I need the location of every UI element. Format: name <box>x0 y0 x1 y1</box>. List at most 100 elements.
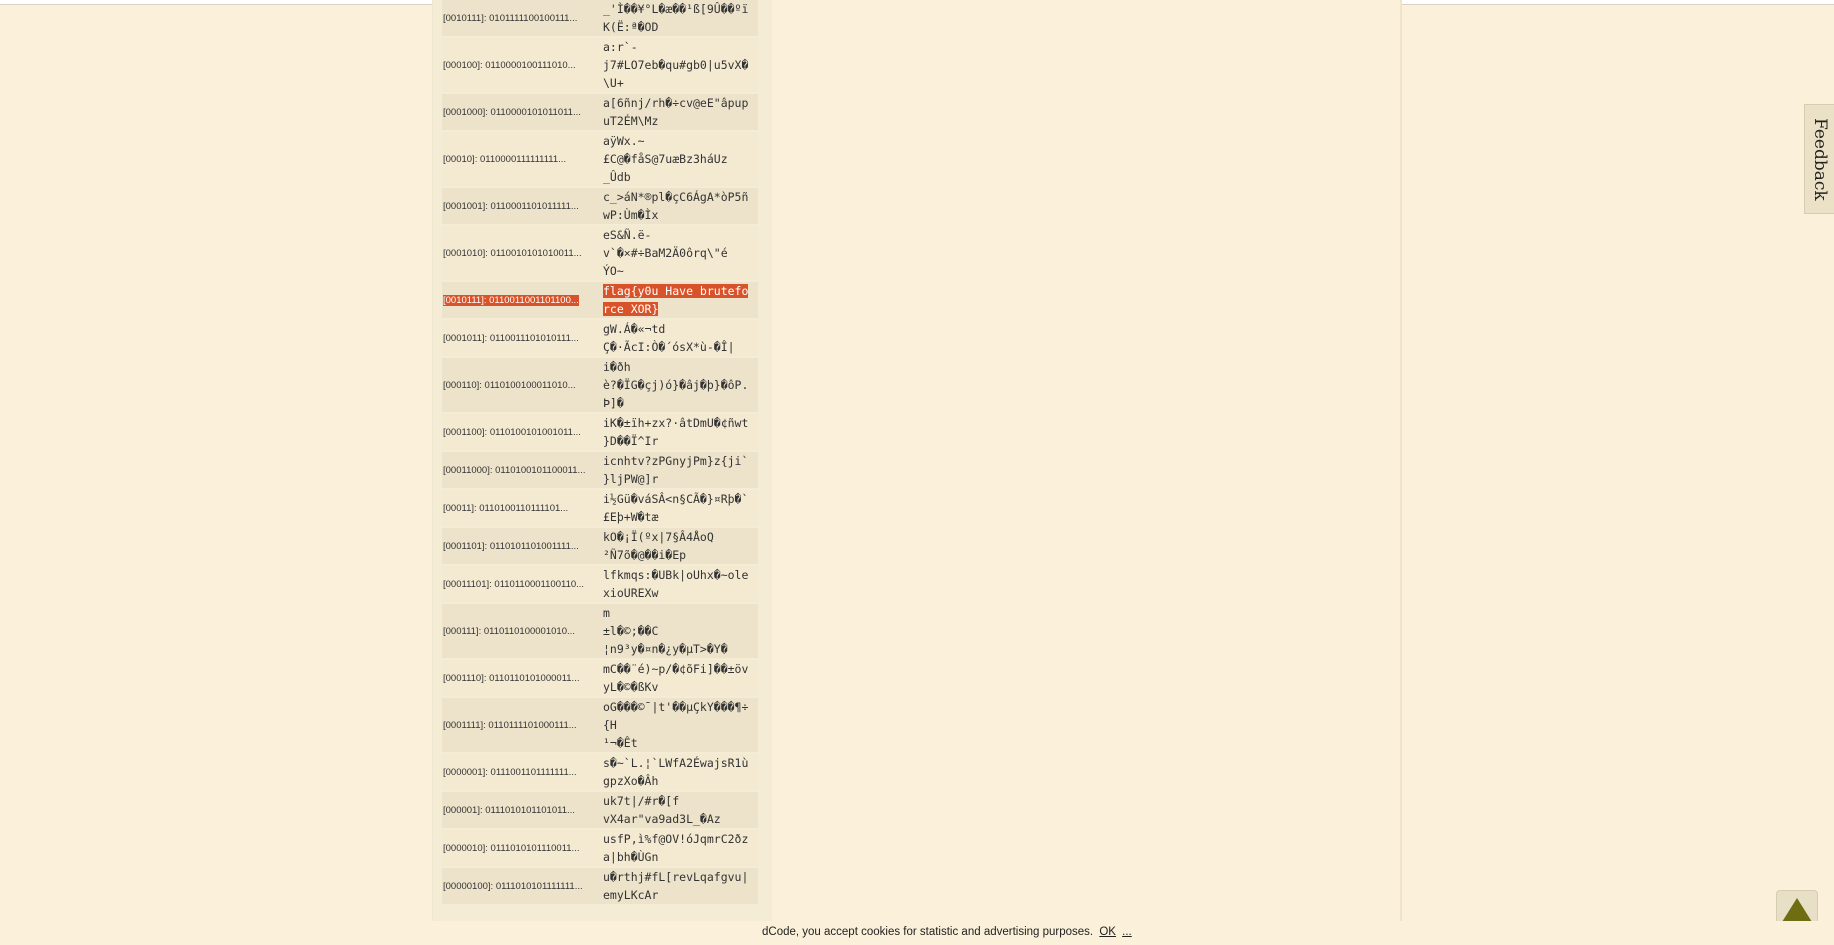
result-key: [0010111]: 0110011001101100... <box>442 294 601 306</box>
result-value: i�ðh è?�ÏG�çj)ó}�âj�þ}�ôP. Þ]� <box>603 358 757 412</box>
result-row: [000110]: 0110100100011010... i�ðh è?�ÏG�… <box>442 358 758 414</box>
result-row: [000001]: 0111010101101011... uk7t|/#r�[f… <box>442 792 758 830</box>
result-value-text: s�~`L.¦`LWfA2ÉwajsR1ù gpzXo�Âh <box>603 756 749 788</box>
result-row-highlighted: [0010111]: 0110011001101100... flag{y0u H… <box>442 282 758 320</box>
result-value-text: c_>áN*®pl�çC6ÁgA*òP5ñ wP:Ùm�Ìx <box>603 190 749 222</box>
cookie-text: dCode, you accept cookies for statistic … <box>762 926 1094 938</box>
result-key: [0001100]: 0110100101001011... <box>442 427 601 438</box>
result-row: [0001011]: 0110011101010111... gW.Á�«¬td … <box>442 320 758 358</box>
result-value: m ±l�©;��C ¦n9³y�¤n�¿y�µT>�Y� <box>603 604 757 658</box>
result-key-text: [000111]: 0110110100001010... <box>443 625 575 637</box>
cookie-ok-link[interactable]: OK <box>1099 926 1116 938</box>
feedback-label: Feedback <box>1810 117 1830 201</box>
cookie-banner: dCode, you accept cookies for statistic … <box>0 921 1834 945</box>
result-row: [0000001]: 0111001101111111... s�~`L.¦`LW… <box>442 754 758 792</box>
result-row: [0001101]: 0110101101001111... kO�¡Ï(ºx|7… <box>442 528 758 566</box>
result-value-text: gW.Á�«¬td Ç�·ÃcI:Ò�´ósX*ù-�Î| <box>603 322 735 354</box>
result-row: [00011000]: 0110100101100011... icnhtv?zP… <box>442 452 758 490</box>
result-value-text: u�rthj#fL[revLqafgvu| emyLKcAr <box>603 870 749 902</box>
result-key: [000100]: 0110000100111010... <box>442 60 601 71</box>
result-key: [0001010]: 0110010101010011... <box>442 248 601 259</box>
result-key-text: [000110]: 0110100100011010... <box>443 379 576 391</box>
result-row: [000100]: 0110000100111010... a:r`- j7#LO… <box>442 38 758 94</box>
result-value: i½Gü�váSÂ<n§CÃ�}¤Rþ�` £Eþ+W�tæ <box>603 490 757 526</box>
result-value: uk7t|/#r�[f vX4ar"va9ad3L_�Az <box>603 792 757 828</box>
result-key-text: [0001001]: 0110001101011111... <box>443 200 579 212</box>
result-value-text: kO�¡Ï(ºx|7§Â4ÅoQ ²Ñ7õ�@��i�Ep <box>603 530 714 562</box>
result-key-text: [00011000]: 0110100101100011... <box>443 464 586 476</box>
result-value-text: iK�±ïh+zx?·âtDmU�¢ñwt }D��Ï^Ir <box>603 416 749 448</box>
result-row: [00011]: 0110100110111101... i½Gü�váSÂ<n§… <box>442 490 758 528</box>
result-key: [000110]: 0110100100011010... <box>442 380 601 391</box>
result-key: [00011]: 0110100110111101... <box>442 503 601 514</box>
result-value: c_>áN*®pl�çC6ÁgA*òP5ñ wP:Ùm�Ìx <box>603 188 757 224</box>
result-key-text: [00000100]: 0111010101111111... <box>443 880 583 892</box>
cookie-message: dCode, you accept cookies for statistic … <box>762 926 1132 938</box>
result-key: [00011000]: 0110100101100011... <box>442 465 601 476</box>
result-value-text: lfkmqs:�UBk|oUhx�~ole xioUREXw <box>603 568 749 600</box>
result-key: [0000001]: 0111001101111111... <box>442 767 601 778</box>
result-value: a[6ñnj/rh�÷cv@eE"âpup uT2ÉM\Mz <box>603 94 757 130</box>
result-key: [00011101]: 0110110001100110... <box>442 579 601 590</box>
result-value-text: uk7t|/#r�[f vX4ar"va9ad3L_�Az <box>603 794 721 826</box>
result-row: [000111]: 0110110100001010... m ±l�©;��C … <box>442 604 758 660</box>
result-value: s�~`L.¦`LWfA2ÉwajsR1ù gpzXo�Âh <box>603 754 757 790</box>
result-key-text: [0000001]: 0111001101111111... <box>443 766 577 778</box>
result-value: _'Ì��¥°L�æ��¹ß[9Û��ºï K(Ë:ª�OD <box>603 0 757 36</box>
results-list: [0010111]: 0101111100100111... _'Ì��¥°L�æ… <box>442 0 758 906</box>
result-value: iK�±ïh+zx?·âtDmU�¢ñwt }D��Ï^Ir <box>603 414 757 450</box>
result-value-text: a[6ñnj/rh�÷cv@eE"âpup uT2ÉM\Mz <box>603 96 749 128</box>
result-key-text: [000100]: 0110000100111010... <box>443 59 576 71</box>
result-key-text: [0001000]: 0110000101011011... <box>443 106 581 118</box>
result-value: flag{y0u Have brutefo rce XOR} <box>603 282 757 318</box>
result-value: u�rthj#fL[revLqafgvu| emyLKcAr <box>603 868 757 904</box>
result-key-text: [00010]: 0110000111111111... <box>443 153 567 165</box>
result-key: [0001111]: 0110111101000111... <box>442 720 601 731</box>
result-key: [0010111]: 0101111100100111... <box>442 13 601 24</box>
result-row: [0001001]: 0110001101011111... c_>áN*®pl�… <box>442 188 758 226</box>
result-key-text: [0001010]: 0110010101010011... <box>443 247 582 259</box>
result-key: [0001101]: 0110101101001111... <box>442 541 601 552</box>
result-key-text: [00011101]: 0110110001100110... <box>443 578 585 590</box>
result-value-text: flag{y0u Have brutefo rce XOR} <box>603 284 749 316</box>
result-key-text: [0001011]: 0110011101010111... <box>443 332 579 344</box>
result-key: [0001000]: 0110000101011011... <box>442 107 601 118</box>
result-row: [00011101]: 0110110001100110... lfkmqs:�U… <box>442 566 758 604</box>
result-key: [00010]: 0110000111111111... <box>442 154 601 165</box>
result-value-text: oG���©¯|t'��µÇkY���¶÷ {H ¹¬�Êt <box>603 700 749 750</box>
result-key-text: [0001110]: 0110110101000011... <box>443 672 580 684</box>
page-divider <box>1400 0 1402 945</box>
result-value-text: i�ðh è?�ÏG�çj)ó}�âj�þ}�ôP. Þ]� <box>603 360 749 410</box>
result-value-text: aÿWx.~ £C@�fåS@7uæBz3háUz _Ûdb <box>603 134 728 184</box>
result-key-text: [0001111]: 0110111101000111... <box>443 719 577 731</box>
result-value: usfP,ì%f@OV!óJqmrC2ðz a|bh�ÙGn <box>603 830 757 866</box>
cookie-more-link[interactable]: ... <box>1122 926 1132 938</box>
result-value: gW.Á�«¬td Ç�·ÃcI:Ò�´ósX*ù-�Î| <box>603 320 757 356</box>
result-key-text: [0001100]: 0110100101001011... <box>443 426 581 438</box>
result-value-text: i½Gü�váSÂ<n§CÃ�}¤Rþ�` £Eþ+W�tæ <box>603 492 749 524</box>
result-key: [0000010]: 0111010101110011... <box>442 843 601 854</box>
result-row: [0000010]: 0111010101110011... usfP,ì%f@O… <box>442 830 758 868</box>
result-key: [00000100]: 0111010101111111... <box>442 881 601 892</box>
result-key-text: [0010111]: 0101111100100111... <box>443 12 578 24</box>
result-key-text: [0001101]: 0110101101001111... <box>443 540 579 552</box>
result-row: [0001000]: 0110000101011011... a[6ñnj/rh�… <box>442 94 758 132</box>
result-value-text: usfP,ì%f@OV!óJqmrC2ðz a|bh�ÙGn <box>603 832 749 864</box>
result-row: [00010]: 0110000111111111... aÿWx.~ £C@�f… <box>442 132 758 188</box>
result-key: [0001001]: 0110001101011111... <box>442 201 601 212</box>
result-row: [0001110]: 0110110101000011... mC��¨é)~p/… <box>442 660 758 698</box>
result-value-text: icnhtv?zPGnyjPm}z{ji` }ljPW@]r <box>603 454 749 486</box>
result-value-text: eS&Ñ.ë- v`�×#÷BaM2Ä0ôrq\"é ÝO~ <box>603 228 728 278</box>
triangle-up-icon <box>1782 898 1812 922</box>
result-value: eS&Ñ.ë- v`�×#÷BaM2Ä0ôrq\"é ÝO~ <box>603 226 757 280</box>
result-key: [000001]: 0111010101101011... <box>442 805 601 816</box>
result-row: [00000100]: 0111010101111111... u�rthj#fL… <box>442 868 758 906</box>
result-row: [0001111]: 0110111101000111... oG���©¯|t'… <box>442 698 758 754</box>
result-row: [0001100]: 0110100101001011... iK�±ïh+zx?… <box>442 414 758 452</box>
result-row: [0010111]: 0101111100100111... _'Ì��¥°L�æ… <box>442 0 758 38</box>
feedback-tab[interactable]: Feedback <box>1804 104 1834 214</box>
result-key-text: [000001]: 0111010101101011... <box>443 804 575 816</box>
result-value: aÿWx.~ £C@�fåS@7uæBz3háUz _Ûdb <box>603 132 757 186</box>
result-value: a:r`- j7#LO7eb�qu#gb0|u5vX� \U+ <box>603 38 757 92</box>
result-key-text: [0000010]: 0111010101110011... <box>443 842 580 854</box>
